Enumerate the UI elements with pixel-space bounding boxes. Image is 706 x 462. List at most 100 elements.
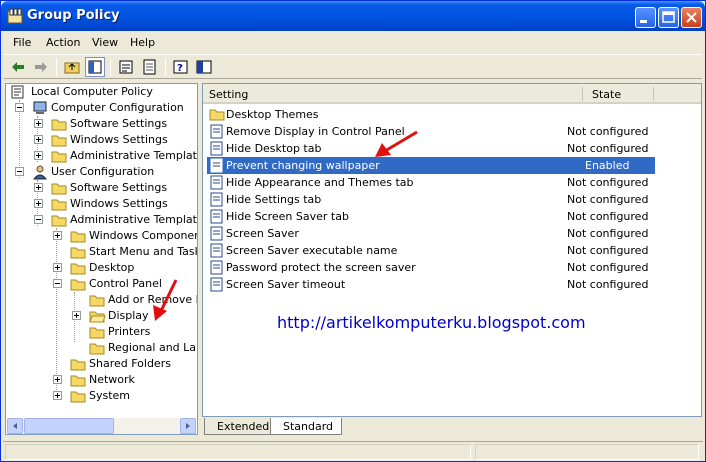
setting-name: Screen Saver timeout: [226, 278, 346, 291]
folder-icon: [70, 391, 86, 403]
back-arrow-icon[interactable]: [8, 57, 28, 77]
expand-toggle[interactable]: [53, 375, 62, 384]
collapse-toggle[interactable]: [15, 167, 24, 176]
tab-label: Standard: [283, 420, 334, 433]
collapse-toggle[interactable]: [15, 103, 24, 112]
folder-open-icon: [51, 215, 67, 227]
setting-name: Prevent changing wallpaper: [226, 159, 380, 172]
expand-toggle[interactable]: [34, 183, 43, 192]
tree-item-label: System: [89, 389, 131, 402]
expand-toggle[interactable]: [34, 151, 43, 160]
console-window-icon[interactable]: [194, 57, 214, 77]
tree-item-label: Display: [108, 309, 149, 322]
setting-state: Not configured: [567, 261, 649, 274]
list-row[interactable]: Hide Settings tab Not configured: [207, 191, 655, 208]
expand-toggle[interactable]: [34, 119, 43, 128]
tree-item-label: Administrative Templates: [70, 213, 198, 226]
title-bar[interactable]: Group Policy: [1, 1, 705, 31]
list-row-desktop-themes[interactable]: Desktop Themes: [207, 106, 655, 123]
setting-name: Hide Appearance and Themes tab: [226, 176, 414, 189]
console-tree[interactable]: Local Computer Policy Computer Configura…: [5, 83, 198, 435]
properties-icon[interactable]: [116, 57, 136, 77]
minimize-button[interactable]: [635, 7, 656, 28]
help-icon[interactable]: ?: [171, 57, 191, 77]
list-row-selected[interactable]: Prevent changing wallpaper Enabled: [207, 157, 655, 174]
close-button[interactable]: [681, 7, 702, 28]
folder-icon: [70, 247, 86, 259]
folder-open-icon: [89, 311, 106, 323]
folder-icon: [209, 109, 225, 121]
view-tabs: Extended Standard: [202, 418, 702, 436]
tab-extended[interactable]: Extended: [204, 418, 279, 435]
expand-toggle[interactable]: [72, 311, 81, 320]
scroll-right-icon: [186, 423, 190, 429]
toolbar-separator: [110, 58, 111, 76]
policy-setting-icon: [210, 124, 223, 139]
scroll-left-icon: [13, 423, 17, 429]
expand-toggle[interactable]: [34, 135, 43, 144]
column-header-state-label: State: [592, 88, 622, 101]
expand-toggle[interactable]: [34, 199, 43, 208]
forward-arrow-icon[interactable]: [31, 57, 51, 77]
up-folder-icon[interactable]: [62, 57, 82, 77]
folder-icon: [89, 327, 105, 339]
toolbar-separator: [165, 58, 166, 76]
tree-horizontal-scrollbar[interactable]: [7, 418, 196, 434]
scroll-thumb[interactable]: [24, 418, 114, 434]
setting-name: Screen Saver executable name: [226, 244, 398, 257]
window-title: Group Policy: [27, 8, 120, 23]
computer-icon: [33, 101, 47, 114]
policy-setting-icon: [210, 141, 223, 156]
tree-item-label: Printers: [108, 325, 151, 338]
collapse-toggle[interactable]: [53, 279, 62, 288]
tree-item-label: Software Settings: [70, 181, 168, 194]
export-list-icon[interactable]: [140, 57, 160, 77]
expand-toggle[interactable]: [53, 231, 62, 240]
menu-file[interactable]: File: [13, 36, 31, 49]
column-header-setting[interactable]: Setting: [203, 84, 583, 104]
policy-icon: [11, 85, 24, 99]
folder-icon: [51, 151, 67, 163]
list-row[interactable]: Screen Saver Not configured: [207, 225, 655, 242]
list-row[interactable]: Hide Desktop tab Not configured: [207, 140, 655, 157]
expand-toggle[interactable]: [53, 263, 62, 272]
setting-state: Not configured: [567, 244, 649, 257]
scroll-right-button[interactable]: [180, 418, 196, 434]
tree-connector: [56, 228, 57, 398]
settings-list[interactable]: Setting State Desktop Themes Remove Disp…: [202, 83, 702, 417]
list-row[interactable]: Hide Appearance and Themes tab Not confi…: [207, 174, 655, 191]
folder-icon: [70, 231, 86, 243]
tab-standard[interactable]: Standard: [270, 418, 343, 435]
menu-help[interactable]: Help: [130, 36, 155, 49]
folder-open-icon: [70, 279, 86, 291]
setting-name: Hide Settings tab: [226, 193, 322, 206]
policy-setting-icon: [210, 277, 223, 292]
list-row[interactable]: Remove Display in Control Panel Not conf…: [207, 123, 655, 140]
tree-item-label: Software Settings: [70, 117, 168, 130]
list-row[interactable]: Password protect the screen saver Not co…: [207, 259, 655, 276]
menu-view[interactable]: View: [92, 36, 118, 49]
toolbar-separator: [56, 58, 57, 76]
group-policy-window: Group Policy File Action View Help ? Loc…: [0, 0, 706, 462]
policy-setting-icon: [210, 209, 223, 224]
tree-item-label: Windows Components: [89, 229, 197, 242]
policy-setting-icon: [210, 175, 223, 190]
list-row[interactable]: Screen Saver executable name Not configu…: [207, 242, 655, 259]
collapse-toggle[interactable]: [34, 215, 43, 224]
close-icon: [686, 12, 697, 23]
blog-url-watermark: http://artikelkomputerku.blogspot.com: [277, 313, 586, 332]
folder-icon: [70, 375, 86, 387]
folder-icon: [70, 359, 86, 371]
show-hide-tree-button[interactable]: [85, 57, 105, 77]
column-header-state[interactable]: State: [583, 84, 654, 104]
folder-icon: [51, 119, 67, 131]
list-row[interactable]: Screen Saver timeout Not configured: [207, 276, 655, 293]
maximize-button[interactable]: [658, 7, 679, 28]
tree-item-label: Windows Settings: [70, 133, 168, 146]
expand-toggle[interactable]: [53, 391, 62, 400]
user-icon: [32, 165, 48, 180]
tree-item-label: Network: [89, 373, 135, 386]
menu-action[interactable]: Action: [46, 36, 80, 49]
scroll-left-button[interactable]: [7, 418, 23, 434]
list-row[interactable]: Hide Screen Saver tab Not configured: [207, 208, 655, 225]
